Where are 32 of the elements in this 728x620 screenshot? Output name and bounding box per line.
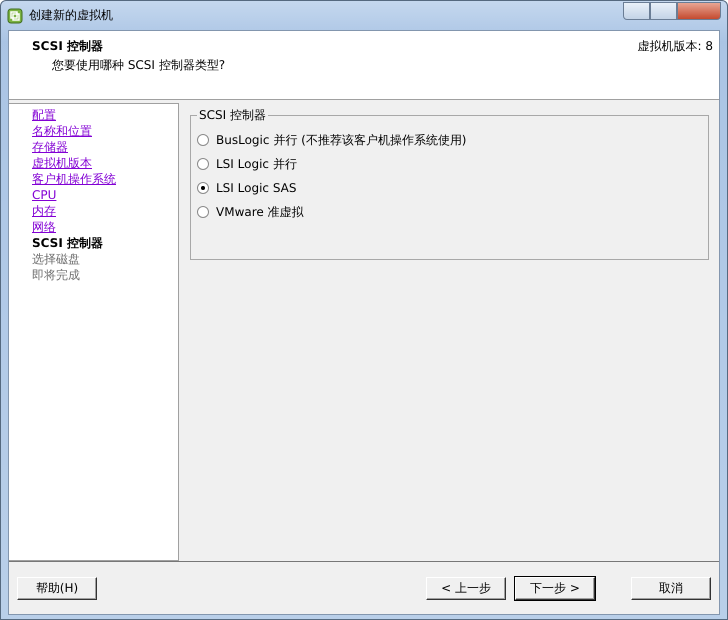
minimize-button[interactable] [623, 2, 650, 20]
option-label[interactable]: LSI Logic 并行 [216, 156, 297, 172]
page-subtitle: 您要使用哪种 SCSI 控制器类型? [52, 57, 226, 74]
maximize-button[interactable] [650, 2, 677, 20]
radio-button[interactable] [197, 134, 209, 146]
nav-button[interactable]: < 上一步 [426, 576, 506, 600]
step-link[interactable]: 即将完成 [32, 267, 178, 283]
option-label[interactable]: BusLogic 并行 (不推荐该客户机操作系统使用) [216, 132, 466, 148]
radio-button[interactable] [197, 182, 209, 194]
step-link[interactable]: 客户机操作系统 [32, 171, 178, 187]
step-link[interactable]: 存储器 [32, 139, 178, 155]
nav-button[interactable]: 取消 [631, 576, 711, 600]
step-link[interactable]: SCSI 控制器 [32, 235, 178, 251]
option-label[interactable]: LSI Logic SAS [216, 181, 297, 195]
option-label[interactable]: VMware 准虚拟 [216, 204, 304, 220]
page-title: SCSI 控制器 [32, 38, 104, 55]
step-link[interactable]: 名称和位置 [32, 123, 178, 139]
version-label: 虚拟机版本: 8 [638, 38, 713, 55]
window-title: 创建新的虚拟机 [29, 7, 114, 24]
step-link[interactable]: 网络 [32, 219, 178, 235]
help-button[interactable]: 帮助(H) [17, 576, 97, 600]
step-link[interactable]: 虚拟机版本 [32, 155, 178, 171]
nav-button[interactable]: 下一步 > [515, 576, 595, 600]
app-logo-icon [7, 8, 23, 24]
radio-button[interactable] [197, 206, 209, 218]
step-link[interactable]: 内存 [32, 203, 178, 219]
radio-button[interactable] [197, 158, 209, 170]
step-link[interactable]: 配置 [32, 107, 178, 123]
group-title: SCSI 控制器 [198, 107, 267, 124]
step-link[interactable]: CPU [32, 187, 178, 203]
close-button[interactable] [677, 2, 721, 20]
step-link[interactable]: 选择磁盘 [32, 251, 178, 267]
